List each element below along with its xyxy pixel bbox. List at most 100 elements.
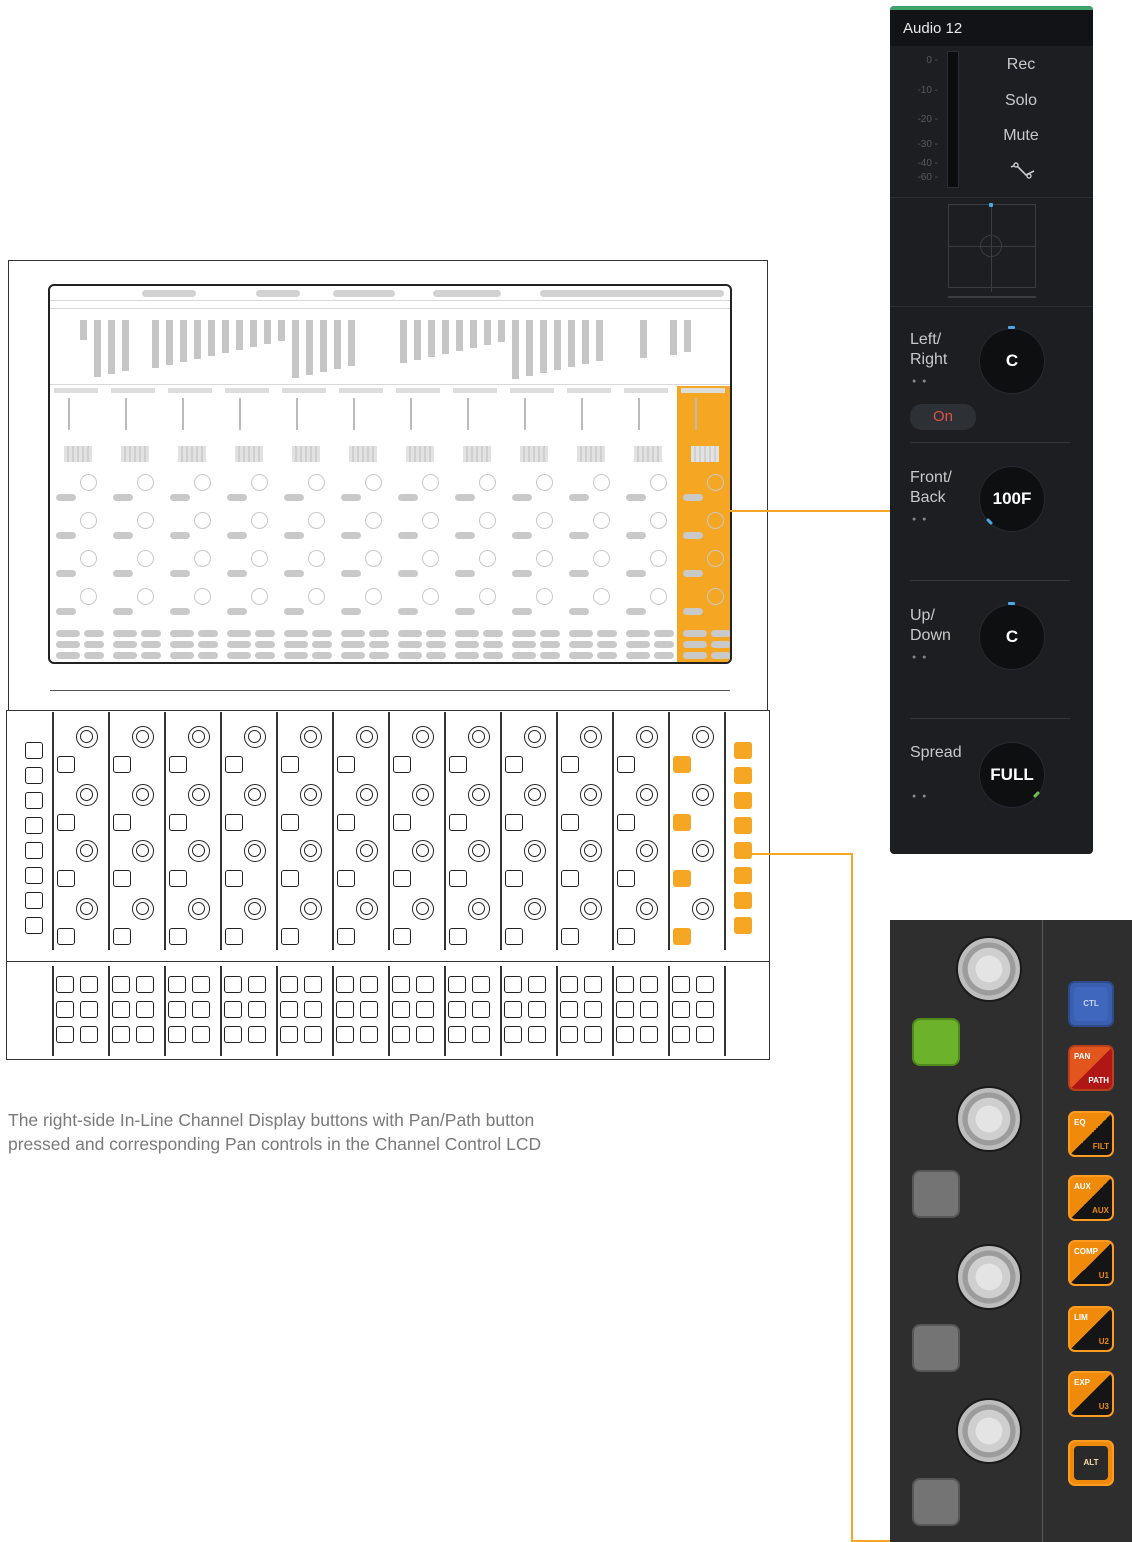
lcd-eq-graph	[178, 446, 206, 462]
console-grid-button	[696, 976, 714, 993]
lim-u2-button[interactable]: LIM U2	[1068, 1306, 1114, 1352]
channel-divider	[612, 712, 614, 950]
channel-divider	[164, 712, 166, 950]
aux-aux-button[interactable]: AUX AUX	[1068, 1175, 1114, 1221]
console-grid-button	[672, 976, 690, 993]
comp-u1-button[interactable]: COMP U1	[1068, 1240, 1114, 1286]
mute-button[interactable]: Mute	[986, 127, 1056, 145]
console-knob	[580, 840, 602, 862]
console-knob	[188, 840, 210, 862]
console-knob	[132, 726, 154, 748]
lcd-button	[597, 652, 617, 659]
console-knob	[636, 840, 658, 862]
lcd-button	[683, 608, 703, 615]
pan-on-button[interactable]: On	[910, 404, 976, 430]
console-knob-button	[673, 870, 691, 887]
console-knob	[132, 840, 154, 862]
lcd-button	[512, 570, 532, 577]
channel-divider	[276, 712, 278, 950]
console-grid-button	[640, 1001, 658, 1018]
console-knob-button	[281, 928, 299, 945]
eq-filt-button[interactable]: EQ FILT	[1068, 1111, 1114, 1157]
exp-u3-button[interactable]: EXP U3	[1068, 1371, 1114, 1417]
left-right-label: Left/ Right	[910, 331, 948, 368]
console-grid-button	[360, 976, 378, 993]
left-right-knob[interactable]: C	[979, 328, 1045, 394]
console-grid-button	[56, 1001, 74, 1018]
knob-button-2[interactable]	[912, 1170, 960, 1218]
lcd-button	[170, 641, 194, 648]
console-knob	[412, 898, 434, 920]
console-knob-button	[673, 814, 691, 831]
lcd-button	[626, 494, 646, 501]
lcd-button	[683, 532, 703, 539]
lcd-eq-graph	[64, 446, 92, 462]
lcd-button	[512, 630, 536, 637]
channel-knob-1[interactable]	[956, 936, 1022, 1002]
ctl-button[interactable]: CTL	[1068, 981, 1114, 1027]
lcd-header-pill	[256, 290, 300, 297]
channel-knob-3[interactable]	[956, 1244, 1022, 1310]
console-grid-button	[304, 1001, 322, 1018]
console-knob	[468, 840, 490, 862]
pan-path-button[interactable]: PAN PATH	[1068, 1045, 1114, 1091]
lcd-button	[398, 494, 418, 501]
page-indicator: ● ●	[912, 793, 929, 800]
knob-button-3[interactable]	[912, 1324, 960, 1372]
lcd-level-meter	[334, 320, 341, 369]
console-knob	[580, 898, 602, 920]
console-grid-button	[416, 1001, 434, 1018]
console-knob	[76, 784, 98, 806]
lcd-channel-fader	[410, 398, 412, 430]
console-grid-button	[392, 976, 410, 993]
lcd-level-meter	[526, 320, 533, 376]
console-knob-button	[169, 928, 187, 945]
lcd-knob	[707, 512, 724, 529]
console-knob	[692, 784, 714, 806]
console-knob-button	[57, 928, 75, 945]
lcd-header-pill	[333, 290, 395, 297]
console-knob	[412, 784, 434, 806]
lcd-channel-tag	[282, 388, 326, 393]
lcd-button	[341, 532, 361, 539]
automation-curve-icon[interactable]	[1008, 161, 1038, 181]
leader-line-hw-h2	[851, 1540, 891, 1542]
alt-button[interactable]: ALT	[1068, 1440, 1114, 1486]
channel-divider	[612, 966, 614, 1056]
solo-button[interactable]: Solo	[986, 92, 1056, 110]
section-divider	[910, 442, 1070, 443]
lcd-knob	[707, 550, 724, 567]
console-knob-button	[393, 756, 411, 773]
lcd-level-meter	[400, 320, 407, 363]
channel-knob-2[interactable]	[956, 1086, 1022, 1152]
channel-knob-4[interactable]	[956, 1398, 1022, 1464]
section-divider	[910, 580, 1070, 581]
level-meter	[947, 51, 959, 188]
lcd-button	[84, 641, 104, 648]
lcd-level-meter	[80, 320, 87, 340]
lcd-knob	[650, 588, 667, 605]
lcd-button	[540, 630, 560, 637]
lcd-knob	[593, 512, 610, 529]
console-grid-button	[640, 1026, 658, 1043]
lcd-button	[683, 630, 707, 637]
console-knob-button	[57, 756, 75, 773]
lcd-button	[113, 641, 137, 648]
lcd-button	[170, 652, 194, 659]
console-grid-button	[448, 1001, 466, 1018]
caption-line-2: pressed and corresponding Pan controls i…	[8, 1134, 542, 1154]
console-grid-button	[80, 976, 98, 993]
up-down-knob[interactable]: C	[979, 604, 1045, 670]
console-grid-button	[280, 1001, 298, 1018]
lcd-divider	[50, 308, 730, 309]
knob-button-1-active[interactable]	[912, 1018, 960, 1066]
lcd-button	[84, 652, 104, 659]
rec-button[interactable]: Rec	[986, 56, 1056, 74]
console-grid-button	[696, 1026, 714, 1043]
knob-button-4[interactable]	[912, 1478, 960, 1526]
console-grid-button	[504, 976, 522, 993]
lcd-channel-fader	[182, 398, 184, 430]
console-knob	[76, 726, 98, 748]
lcd-button	[227, 608, 247, 615]
spread-knob[interactable]: FULL	[979, 742, 1045, 808]
